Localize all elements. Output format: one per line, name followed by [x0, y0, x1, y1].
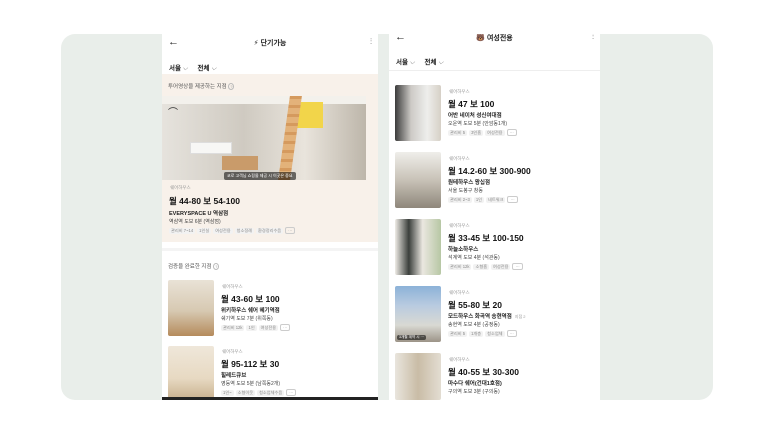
bottom-bar — [162, 397, 378, 400]
listing-location: 쉐기역 도보 7분 (위쪽동) — [221, 316, 273, 322]
branch-count: 지점 2 — [514, 314, 526, 319]
chevron-down-icon: ⌵ — [211, 65, 217, 72]
listing-thumbnail[interactable] — [395, 85, 441, 141]
listing-thumbnail[interactable] — [168, 280, 214, 336]
listing-features: 관리비 12k 소형흡 여성전용 ··· — [448, 263, 525, 270]
chip-district[interactable]: 전체 ⌵ — [425, 59, 444, 66]
listing-price[interactable]: 월 95-112 보 30 — [221, 358, 279, 370]
listing-features: 1인~ 소형이웃 청소업체수음 ··· — [221, 389, 298, 396]
right-top-bar: ← 🐻 여성전용 ⫶ — [389, 34, 600, 52]
photo-caption: 코로 고객님 쇼핑몰 제공 시 이곳은 중요 — [224, 172, 296, 180]
hanger-icon: ⌒ — [168, 108, 178, 119]
promo-badge: 3개월 계약 시 ··· — [397, 335, 427, 340]
listing-type-tag: 쉐어하우스 — [222, 284, 243, 289]
page-title-text: 단기가능 — [260, 40, 287, 47]
listing-type-tag: 쉐어하우스 — [449, 156, 470, 161]
listing-price[interactable]: 월 14.2-60 보 300-900 — [448, 165, 531, 177]
filter-icon[interactable]: ⫶ — [592, 34, 594, 42]
section-title-tour-video: 투어영상을 제공하는 지점 ? — [168, 83, 235, 90]
listing-thumbnail[interactable] — [168, 346, 214, 400]
listing-type-tag: 쉐어하우스 — [449, 223, 470, 228]
listing-name[interactable]: 어반 네이처 성신여대점 — [448, 111, 502, 119]
listing-name[interactable]: 힐레드큐브 — [221, 371, 246, 379]
listing-type-tag: 쉐어하우스 — [222, 349, 243, 354]
region-chips: 서울 ⌵ 전체 ⌵ — [396, 56, 451, 67]
listing-type-tag: 쉐어하우스 — [449, 357, 470, 362]
listing-name[interactable]: EVERYSPACE U 역삼점 — [169, 209, 228, 217]
chevron-down-icon: ⌵ — [182, 65, 188, 72]
listing-type-tag: 쉐어하우스 — [449, 89, 470, 94]
chip-district[interactable]: 전체 ⌵ — [198, 65, 217, 72]
lightning-icon: ⚡ — [253, 40, 259, 47]
listing-location: 영등역 도보 5분 (남쪽동2개) — [221, 381, 281, 387]
listing-price[interactable]: 월 40-55 보 30-300 — [448, 366, 519, 378]
help-icon[interactable]: ? — [213, 263, 220, 270]
page-title: ⚡ 단기가능 — [162, 38, 378, 48]
listing-type-tag: 쉐어하우스 — [170, 185, 191, 190]
divider — [389, 70, 600, 71]
listing-price[interactable]: 월 33-45 보 100-150 — [448, 232, 524, 244]
chip-region[interactable]: 서울 ⌵ — [396, 59, 415, 66]
left-screen: ← ⚡ 단기가능 ⫶ 서울 ⌵ 전체 ⌵ 투어영상을 제공하는 지점 ? ⌒ 코로… — [162, 34, 378, 400]
listing-thumbnail[interactable] — [395, 219, 441, 275]
region-chips: 서울 ⌵ 전체 ⌵ — [169, 62, 224, 73]
listing-features: 관리비 5 1개층 청소업체 ··· — [448, 330, 519, 337]
listing-features: 관리비 12k 1인 여성전용 ··· — [221, 324, 292, 331]
chip-region[interactable]: 서울 ⌵ — [169, 65, 188, 72]
listing-name[interactable]: 모드하우스 화곡역 송현역점 지점 2 — [448, 312, 525, 320]
listing-price[interactable]: 월 47 보 100 — [448, 98, 494, 110]
listing-name[interactable]: 마수다 쉐어(건대1호점) — [448, 379, 502, 387]
listing-name[interactable]: 하늘소하우스 — [448, 245, 478, 253]
listing-features: 관리비 5 3인흡 여성전용 ··· — [448, 129, 519, 136]
listing-location: 구의역 도보 3분 (구의동) — [448, 389, 500, 395]
listing-features: 관리비 7~14 1인실 여성전용 청소정례 환경정리수음 ··· — [169, 227, 297, 234]
listing-price[interactable]: 월 44-80 보 54-100 — [169, 195, 240, 207]
listing-type-tag: 쉐어하우스 — [449, 290, 470, 295]
filter-icon[interactable]: ⫶ — [370, 37, 372, 47]
right-screen: ← 🐻 여성전용 ⫶ 서울 ⌵ 전체 ⌵ 쉐어하우스 월 47 보 100 어반 … — [389, 34, 600, 400]
page-title: 🐻 여성전용 — [389, 34, 600, 43]
chevron-down-icon: ⌵ — [438, 59, 444, 66]
chevron-down-icon: ⌵ — [409, 59, 415, 66]
listing-thumbnail[interactable] — [395, 353, 441, 400]
featured-photo[interactable]: ⌒ 코로 고객님 쇼핑몰 제공 시 이곳은 중요 — [162, 96, 366, 180]
help-icon[interactable]: ? — [228, 83, 235, 90]
listing-location: 송현역 도보 4분 (공정동) — [448, 322, 500, 328]
listing-thumbnail[interactable]: 3개월 계약 시 ··· — [395, 286, 441, 342]
page-title-text: 여성전용 — [486, 35, 513, 42]
listing-location: 오운역 도보 5분 (안암동1개) — [448, 121, 508, 127]
listing-price[interactable]: 월 43-60 보 100 — [221, 293, 280, 305]
listing-name[interactable]: 위키하우스 쉐어 혜기역점 — [221, 306, 280, 314]
listing-location: 서울 도봉구 창동 — [448, 188, 483, 194]
bear-icon: 🐻 — [476, 35, 485, 42]
left-top-bar: ← ⚡ 단기가능 ⫶ — [162, 34, 378, 52]
listing-thumbnail[interactable] — [395, 152, 441, 208]
listing-features: 관리비 2~3 1인 네트워크 ··· — [448, 196, 520, 203]
listing-price[interactable]: 월 55-80 보 20 — [448, 299, 502, 311]
divider — [162, 248, 378, 251]
screenshot-stage: ← ⚡ 단기가능 ⫶ 서울 ⌵ 전체 ⌵ 투어영상을 제공하는 지점 ? ⌒ 코로… — [61, 34, 713, 400]
listing-location: 석계역 도보 4분 (석관동) — [448, 255, 500, 261]
listing-name[interactable]: 원테하우스 왕십점 — [448, 178, 490, 186]
listing-location: 역삼역 도보 6분 (역삼점) — [169, 219, 221, 225]
section-title-verified: 검증을 완료한 지점 ? — [168, 263, 220, 270]
